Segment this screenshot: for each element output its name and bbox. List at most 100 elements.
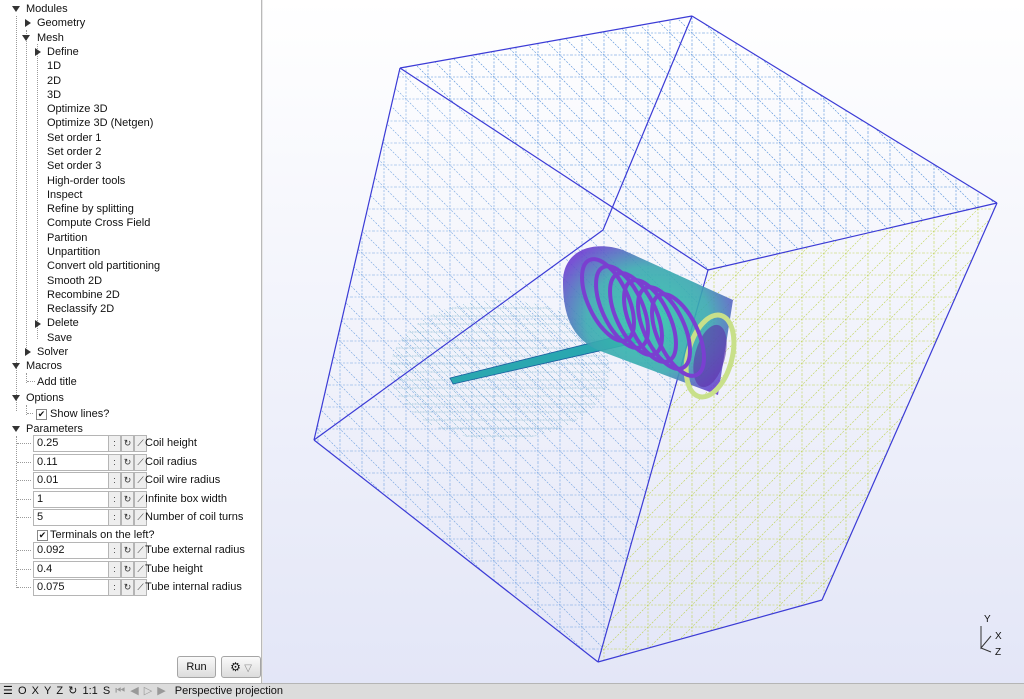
show-lines-checkbox[interactable]: ✔ [36, 409, 47, 420]
tree-item-1d[interactable]: 1D [47, 59, 61, 73]
snap-button[interactable]: S [103, 684, 110, 699]
parameter-value-input[interactable]: 0.11 [33, 453, 110, 471]
axes-indicator: Y X Z [973, 614, 1013, 664]
loop-icon[interactable]: ↻ [121, 542, 134, 559]
tree-item-high-order-tools[interactable]: High-order tools [47, 174, 125, 188]
tree-item-modules[interactable]: Modules [26, 2, 68, 16]
tree-item-compute-cross-field[interactable]: Compute Cross Field [47, 216, 150, 230]
parameter-value-input[interactable]: 0.25 [33, 435, 110, 452]
tree-item-parameters[interactable]: Parameters [26, 422, 83, 436]
tree-item-set-order-3[interactable]: Set order 3 [47, 159, 101, 173]
loop-icon[interactable]: ↻ [121, 435, 134, 452]
parameter-label: Coil radius [145, 455, 197, 468]
tree-item-inspect[interactable]: Inspect [47, 188, 82, 202]
parameter-value-input[interactable]: 0.075 [33, 579, 110, 596]
collapse-macros-icon[interactable] [12, 363, 20, 369]
loop-icon[interactable]: ↻ [121, 453, 134, 471]
expand-solver-icon[interactable] [25, 348, 31, 356]
expand-delete-icon[interactable] [35, 320, 41, 328]
tree-item-macros[interactable]: Macros [26, 359, 62, 373]
play-icon[interactable]: ▷ [144, 684, 152, 699]
collapse-mesh-icon[interactable] [22, 35, 30, 41]
run-button[interactable]: Run [177, 656, 216, 678]
parameter-label: Coil wire radius [145, 474, 221, 486]
parameter-label: Coil height [145, 437, 197, 449]
loop-icon[interactable]: ↻ [121, 579, 134, 596]
more-options-icon[interactable]: : [108, 435, 121, 452]
tree-item-set-order-1[interactable]: Set order 1 [47, 131, 101, 145]
tree-line [17, 461, 31, 463]
show-lines-label: Show lines? [50, 408, 110, 420]
view-z-button[interactable]: Z [56, 684, 63, 699]
tree-item-optimize-3d[interactable]: Optimize 3D [47, 102, 108, 116]
tree-item-partition[interactable]: Partition [47, 231, 87, 245]
menu-icon[interactable]: ☰ [3, 684, 13, 699]
tree-line [16, 16, 17, 411]
tree-item-recombine-2d[interactable]: Recombine 2D [47, 288, 120, 302]
view-x-button[interactable]: X [32, 684, 39, 699]
parameter-label: Number of coil turns [145, 511, 244, 523]
parameter-value-input[interactable]: 0.01 [33, 472, 110, 489]
tree-line [17, 498, 31, 500]
loop-icon[interactable]: ↻ [121, 509, 134, 526]
tree-item-refine-by-splitting[interactable]: Refine by splitting [47, 202, 134, 216]
more-options-icon[interactable]: : [108, 560, 121, 578]
tree-line [17, 517, 31, 518]
parameter-value-input[interactable]: 0.4 [33, 560, 110, 578]
tree-item-delete[interactable]: Delete [47, 316, 79, 330]
parameter-value-input[interactable]: 5 [33, 509, 110, 526]
tree-item-2d[interactable]: 2D [47, 74, 61, 88]
more-options-icon[interactable]: : [108, 490, 121, 508]
tree-item-unpartition[interactable]: Unpartition [47, 245, 100, 259]
parameter-label: Infinite box width [145, 492, 227, 505]
rotate-icon[interactable]: ↻ [68, 684, 77, 699]
loop-icon[interactable]: ↻ [121, 490, 134, 508]
tree-line [17, 443, 31, 444]
view-y-button[interactable]: Y [44, 684, 51, 699]
loop-icon[interactable]: ↻ [121, 560, 134, 578]
tree-item-reclassify-2d[interactable]: Reclassify 2D [47, 302, 114, 316]
collapse-options-icon[interactable] [12, 395, 20, 401]
expand-define-icon[interactable] [35, 48, 41, 56]
prev-step-icon[interactable]: ◀ [130, 684, 138, 699]
expand-geometry-icon[interactable] [25, 19, 31, 27]
tree-item-geometry[interactable]: Geometry [37, 16, 85, 30]
more-options-icon[interactable]: : [108, 542, 121, 559]
tree-item-solver[interactable]: Solver [37, 345, 68, 359]
projection-status: Perspective projection [174, 685, 284, 697]
graphics-viewport[interactable]: Y X Z [263, 0, 1024, 683]
loop-icon[interactable]: ↻ [121, 472, 134, 489]
collapse-modules-icon[interactable] [12, 6, 20, 12]
parameter-value-input[interactable]: 0.092 [33, 542, 110, 559]
tree-item-save[interactable]: Save [47, 331, 72, 345]
more-options-icon[interactable]: : [108, 579, 121, 596]
terminals-left-checkbox[interactable]: ✔ [37, 530, 48, 541]
tree-item-set-order-2[interactable]: Set order 2 [47, 145, 101, 159]
status-bar: ☰ O X Y Z ↻ 1:1 S ⏮ ◀ ▷ ▶ Perspective pr… [0, 683, 1024, 699]
module-tree-panel: Modules Geometry Mesh Define 1D 2D 3D Op… [0, 0, 262, 683]
mesh-view [313, 15, 998, 663]
tree-line [37, 44, 38, 339]
more-options-icon[interactable]: : [108, 472, 121, 489]
tree-item-define[interactable]: Define [47, 45, 79, 59]
tree-line [27, 413, 33, 414]
more-options-icon[interactable]: : [108, 453, 121, 471]
collapse-parameters-icon[interactable] [12, 426, 20, 432]
tree-item-mesh[interactable]: Mesh [37, 31, 64, 45]
next-step-icon[interactable]: ▶ [157, 684, 165, 699]
settings-button[interactable]: ⚙ ▽ [221, 656, 261, 678]
tree-item-3d[interactable]: 3D [47, 88, 61, 102]
parameter-value-input[interactable]: 1 [33, 490, 110, 508]
tree-item-convert-old-partitioning[interactable]: Convert old partitioning [47, 259, 160, 273]
scale-button[interactable]: 1:1 [82, 684, 97, 699]
more-options-icon[interactable]: : [108, 509, 121, 526]
tree-item-options[interactable]: Options [26, 391, 64, 405]
parameter-label: Tube height [145, 562, 203, 575]
tree-item-optimize-3d-netgen[interactable]: Optimize 3D (Netgen) [47, 116, 153, 130]
tree-line [16, 436, 17, 588]
tree-item-smooth-2d[interactable]: Smooth 2D [47, 274, 102, 288]
first-step-icon[interactable]: ⏮ [115, 684, 125, 699]
parameter-label: Tube internal radius [145, 581, 242, 593]
tree-item-add-title[interactable]: Add title [37, 375, 77, 389]
view-o-button[interactable]: O [18, 684, 27, 699]
